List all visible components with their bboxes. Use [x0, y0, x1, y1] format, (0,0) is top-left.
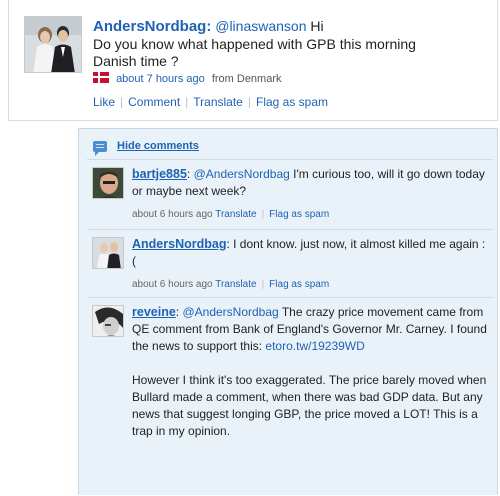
- comment-item: bartje885: @AndersNordbag I'm curious to…: [87, 159, 493, 226]
- comment-body: bartje885: @AndersNordbag I'm curious to…: [132, 166, 487, 200]
- comment-timestamp: about 6 hours ago: [132, 279, 213, 290]
- comment-item: AndersNordbag: I dont know. just now, it…: [87, 229, 493, 294]
- commenter-name-link[interactable]: bartje885: [132, 167, 187, 181]
- comment-timestamp: about 6 hours ago: [132, 209, 213, 220]
- post-content: AndersNordbag: @linaswanson Hi Do you kn…: [93, 17, 488, 70]
- comment-body: reveine: @AndersNordbag The crazy price …: [132, 304, 487, 440]
- translate-button[interactable]: Translate: [193, 95, 243, 109]
- comment-bubble-icon: [93, 140, 107, 156]
- post-text: Do you know what happened with GPB this …: [93, 36, 416, 69]
- comment-flag-spam-link[interactable]: Flag as spam: [269, 209, 329, 220]
- post-mention-link[interactable]: @linaswanson: [215, 18, 306, 34]
- separator: |: [261, 279, 265, 290]
- post-location: from Denmark: [211, 73, 282, 85]
- post-meta: about 7 hours ago from Denmark: [93, 72, 282, 86]
- post-author-link[interactable]: AndersNordbag: [93, 18, 206, 35]
- post-actions: Like | Comment | Translate | Flag as spam: [93, 95, 328, 109]
- commenter-colon: :: [226, 237, 230, 251]
- comment-translate-link[interactable]: Translate: [215, 209, 256, 220]
- comment-text-continued: However I think it's too exaggerated. Th…: [132, 373, 487, 438]
- like-button[interactable]: Like: [93, 95, 115, 109]
- separator: |: [185, 95, 189, 109]
- post-timestamp[interactable]: about 7 hours ago: [116, 73, 205, 85]
- separator: |: [247, 95, 251, 109]
- separator: |: [120, 95, 124, 109]
- post-author-avatar[interactable]: [24, 16, 82, 73]
- post-greeting: Hi: [310, 18, 324, 34]
- commenter-avatar[interactable]: [92, 305, 124, 337]
- post-card: AndersNordbag: @linaswanson Hi Do you kn…: [8, 0, 498, 121]
- commenter-name-link[interactable]: AndersNordbag: [132, 237, 226, 251]
- commenter-avatar[interactable]: [92, 167, 124, 199]
- comments-panel: Hide comments bartje885: @AndersNordbag …: [78, 128, 498, 495]
- comment-mention-link[interactable]: @AndersNordbag: [182, 305, 278, 319]
- comment-flag-spam-link[interactable]: Flag as spam: [269, 279, 329, 290]
- denmark-flag-icon: [93, 72, 109, 83]
- comment-mention-link[interactable]: @AndersNordbag: [194, 167, 290, 181]
- hide-comments-link[interactable]: Hide comments: [117, 140, 199, 152]
- separator: |: [261, 209, 265, 220]
- commenter-colon: :: [186, 167, 191, 181]
- comment-news-link[interactable]: etoro.tw/19239WD: [265, 339, 364, 353]
- comment-button[interactable]: Comment: [128, 95, 180, 109]
- author-colon: :: [206, 18, 212, 35]
- commenter-avatar[interactable]: [92, 237, 124, 269]
- hide-comments-row[interactable]: Hide comments: [93, 137, 199, 156]
- comment-item: reveine: @AndersNordbag The crazy price …: [87, 297, 493, 496]
- commenter-name-link[interactable]: reveine: [132, 305, 176, 319]
- comment-meta: about 6 hours ago Translate | Flag as spam: [132, 209, 329, 220]
- post-header: AndersNordbag: @linaswanson Hi: [93, 17, 488, 36]
- flag-spam-button[interactable]: Flag as spam: [256, 95, 328, 109]
- comment-translate-link[interactable]: Translate: [215, 279, 256, 290]
- commenter-colon: :: [175, 305, 180, 319]
- comment-body: AndersNordbag: I dont know. just now, it…: [132, 236, 487, 270]
- comment-meta: about 6 hours ago Translate | Flag as spam: [132, 279, 329, 290]
